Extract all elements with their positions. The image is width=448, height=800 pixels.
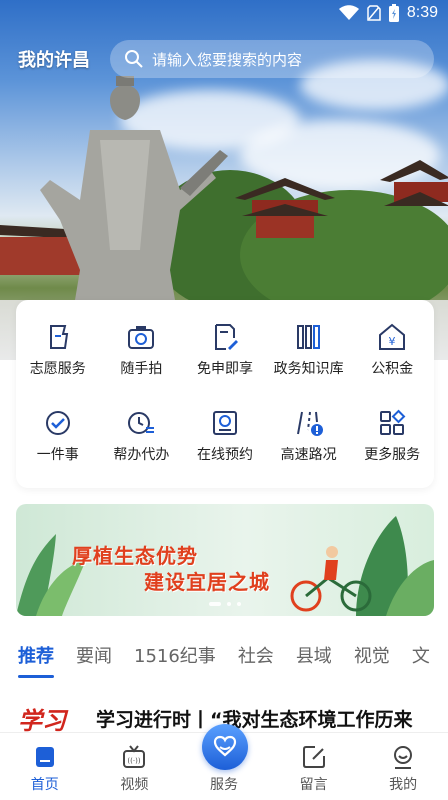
books-icon [296, 325, 320, 349]
home-icon [35, 747, 54, 767]
search-icon [125, 50, 143, 68]
tv-icon: ((·)) [123, 745, 146, 768]
service-snapshot[interactable]: 随手拍 [100, 322, 184, 408]
service-online-booking[interactable]: 在线预约 [183, 408, 267, 498]
service-proxy[interactable]: 帮办代办 [100, 408, 184, 498]
document-edit-icon [214, 324, 238, 350]
carousel-indicator [16, 602, 434, 606]
service-more[interactable]: 更多服务 [350, 408, 434, 498]
search-placeholder: 请输入您要搜索的内容 [152, 50, 303, 69]
carousel-dot [209, 602, 221, 606]
search-bar[interactable]: 请输入您要搜索的内容 [110, 40, 434, 78]
nav-home[interactable]: 首页 [0, 733, 90, 800]
sim-icon [367, 5, 381, 21]
battery-icon [388, 4, 399, 22]
svg-text:((·)): ((·)) [128, 757, 141, 765]
clock-list-icon [128, 412, 155, 434]
service-one-thing[interactable]: 一件事 [16, 408, 100, 498]
flag-icon [49, 325, 68, 349]
heart-hands-icon [213, 735, 237, 757]
city-title[interactable]: 我的许昌 [18, 46, 110, 72]
tower-image [380, 160, 448, 206]
tab-visual[interactable]: 视觉 [354, 640, 390, 680]
pavilion-image [235, 178, 335, 238]
tab-county[interactable]: 县域 [296, 640, 332, 680]
promo-banner[interactable]: 厚植生态优势 建设宜居之城 [16, 504, 434, 616]
yuan-house-icon: ¥ [379, 323, 406, 350]
banner-headline-2: 建设宜居之城 [144, 570, 270, 594]
service-knowledge-base[interactable]: 政务知识库 [267, 322, 351, 408]
nav-video[interactable]: ((·)) 视频 [90, 733, 180, 800]
service-housing-fund[interactable]: ¥ 公积金 [350, 322, 434, 408]
top-header: 我的许昌 请输入您要搜索的内容 [18, 40, 434, 78]
statue-image [40, 76, 228, 330]
message-edit-icon [302, 746, 325, 768]
service-volunteer[interactable]: 志愿服务 [16, 322, 100, 408]
banner-headline-1: 厚植生态优势 [72, 544, 198, 568]
tab-recommend[interactable]: 推荐 [18, 640, 54, 680]
status-time: 8:39 [406, 4, 438, 21]
service-fab-button[interactable] [202, 724, 248, 770]
check-circle-icon [45, 411, 70, 435]
wifi-icon [338, 5, 359, 20]
road-alert-icon [296, 411, 323, 436]
calendar-clock-icon [212, 411, 237, 435]
news-tabs: 推荐 要闻 1516纪事 社会 县域 视觉 文 [0, 640, 448, 684]
service-card: 志愿服务 随手拍 免申即享 政务知识库 ¥ 公积金 一件事 帮办代办 在线预约 [16, 300, 434, 488]
news-logo: 学习 [18, 705, 66, 735]
tab-headlines[interactable]: 要闻 [76, 640, 112, 680]
tab-culture[interactable]: 文 [412, 640, 430, 680]
service-exempt-apply[interactable]: 免申即享 [183, 322, 267, 408]
carousel-dot [227, 602, 231, 606]
news-title: 学习进行时丨“我对生态环境工作历来 [96, 708, 413, 731]
camera-icon [128, 326, 155, 349]
svg-text:¥: ¥ [389, 335, 396, 348]
nav-message[interactable]: 留言 [269, 733, 359, 800]
carousel-dot [237, 602, 241, 606]
tab-1516-chronicle[interactable]: 1516纪事 [134, 640, 216, 680]
user-icon [394, 746, 413, 769]
nav-mine[interactable]: 我的 [358, 733, 448, 800]
tab-society[interactable]: 社会 [238, 640, 274, 680]
grid-more-icon [380, 409, 406, 435]
status-bar: 8:39 [0, 0, 448, 26]
service-highway-traffic[interactable]: 高速路况 [267, 408, 351, 498]
